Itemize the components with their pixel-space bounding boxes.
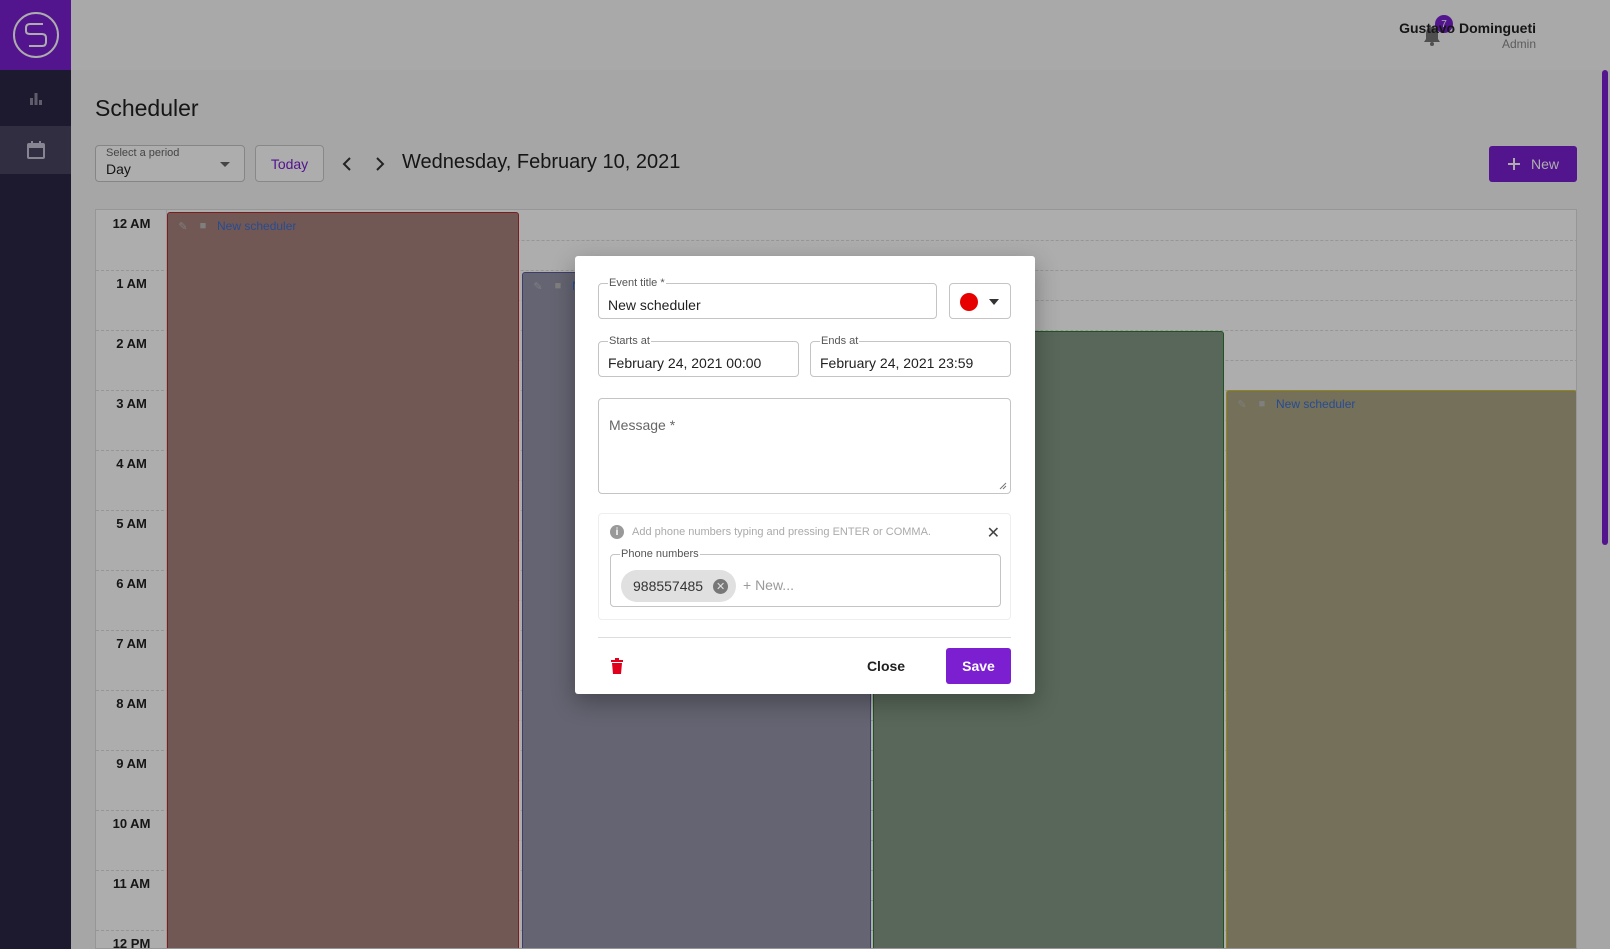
- selected-color-swatch: [960, 293, 978, 311]
- starts-at-label: Starts at: [608, 335, 651, 347]
- phone-info-text: Add phone numbers typing and pressing EN…: [632, 526, 931, 538]
- starts-at-field[interactable]: Starts at February 24, 2021 00:00: [598, 335, 799, 377]
- ends-at-value: February 24, 2021 23:59: [820, 355, 974, 371]
- ends-at-field[interactable]: Ends at February 24, 2021 23:59: [810, 335, 1011, 377]
- delete-trash-icon[interactable]: [610, 658, 624, 674]
- dialog-divider: [598, 637, 1011, 638]
- phone-chip: 988557485 ✕: [621, 570, 737, 602]
- starts-at-value: February 24, 2021 00:00: [608, 355, 762, 371]
- phone-numbers-label: Phone numbers: [620, 548, 700, 560]
- message-placeholder: Message *: [609, 417, 676, 433]
- phone-numbers-panel: i Add phone numbers typing and pressing …: [598, 513, 1011, 620]
- event-title-field[interactable]: Event title * New scheduler: [598, 277, 937, 319]
- info-icon: i: [610, 525, 624, 539]
- phone-chip-label: 988557485: [633, 578, 704, 594]
- save-button[interactable]: Save: [946, 648, 1011, 684]
- remove-chip-icon[interactable]: ✕: [713, 578, 729, 594]
- phone-info-hint: i Add phone numbers typing and pressing …: [610, 525, 931, 539]
- caret-down-icon: [989, 299, 999, 305]
- event-title-label: Event title *: [608, 277, 666, 289]
- phone-numbers-field[interactable]: Phone numbers 988557485 ✕ + New...: [610, 548, 1001, 607]
- resize-handle-icon[interactable]: [999, 482, 1007, 490]
- ends-at-label: Ends at: [820, 335, 860, 347]
- close-button[interactable]: Close: [861, 649, 911, 683]
- event-dialog: Event title * New scheduler Starts at Fe…: [575, 256, 1035, 694]
- color-picker[interactable]: [949, 283, 1011, 319]
- phone-new-input[interactable]: + New...: [743, 577, 794, 593]
- event-title-value: New scheduler: [608, 297, 701, 313]
- message-textarea[interactable]: Message *: [598, 398, 1011, 494]
- close-icon[interactable]: ✕: [987, 523, 1000, 543]
